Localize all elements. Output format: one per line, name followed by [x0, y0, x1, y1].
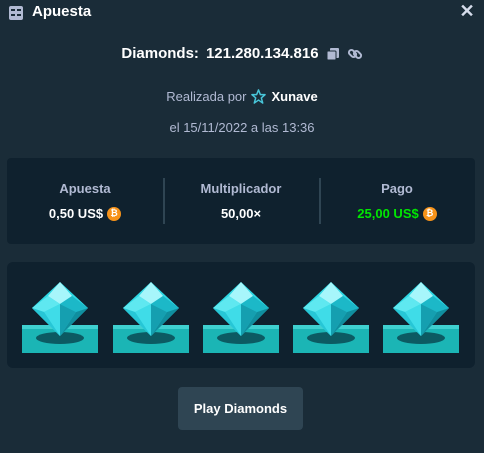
placed-by-prefix: Realizada por [166, 89, 247, 104]
diamonds-board [7, 262, 475, 368]
modal-header: Apuesta ✕ [0, 0, 484, 26]
stat-payout: Pago 25,00 US$ ₿ [319, 158, 475, 244]
game-name: Diamonds: [121, 45, 199, 62]
stat-value: 25,00 US$ ₿ [357, 206, 437, 221]
diamond-icon [22, 280, 98, 356]
diamond-icon [113, 280, 189, 356]
bet-slip-icon [9, 6, 23, 20]
diamond-icon [203, 280, 279, 356]
diamond-icon [383, 280, 459, 356]
stat-label: Apuesta [59, 181, 111, 196]
close-icon[interactable]: ✕ [458, 2, 476, 20]
stat-multiplier: Multiplicador 50,00× [163, 158, 319, 244]
stat-label: Multiplicador [200, 181, 282, 196]
user-name-link[interactable]: Xunave [271, 89, 317, 104]
copy-icon[interactable] [326, 47, 340, 61]
bitcoin-icon: ₿ [422, 206, 437, 221]
multiplier-value: 50,00× [220, 206, 262, 221]
play-diamonds-button[interactable]: Play Diamonds [178, 387, 303, 430]
stat-value: 50,00× [221, 206, 261, 221]
bet-id: 121.280.134.816 [205, 45, 319, 62]
bet-stats-panel: Apuesta 0,50 US$ ₿ Multiplicador 50,00× … [7, 158, 475, 244]
link-icon[interactable] [347, 46, 363, 62]
game-id-line: Diamonds: 121.280.134.816 [0, 45, 484, 62]
bitcoin-icon: ₿ [107, 206, 122, 221]
bet-date: el 15/11/2022 a las 13:36 [169, 120, 315, 135]
placed-by-line: Realizada por Xunave [0, 89, 484, 104]
star-icon [251, 89, 267, 104]
diamond-icon [293, 280, 369, 356]
page-edge [484, 0, 500, 453]
stat-value: 0,50 US$ ₿ [48, 206, 122, 221]
stat-bet: Apuesta 0,50 US$ ₿ [7, 158, 163, 244]
modal-title: Apuesta [32, 3, 92, 20]
bet-details-modal: Apuesta ✕ Diamonds: 121.280.134.816 Real… [0, 0, 484, 453]
payout-amount: 25,00 US$ [357, 206, 419, 221]
stat-label: Pago [381, 181, 413, 196]
bet-amount: 0,50 US$ [48, 206, 104, 221]
